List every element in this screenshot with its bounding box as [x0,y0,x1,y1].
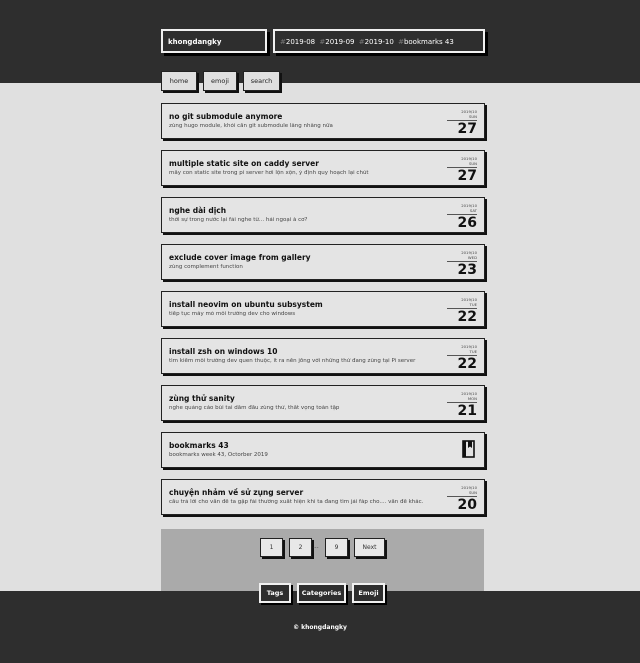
nav-search-button[interactable]: search [243,71,280,91]
post-summary: zùng hugo module, khỏi cần git submodule… [169,123,333,129]
post-date-day: 23 [457,262,477,278]
post-date-weekday: TUE [447,349,477,356]
post-date-day: 27 [457,168,477,184]
post-date-weekday: SUN [447,161,477,168]
site-header: khongdangky #2019-08 #2019-09 #2019-10 #… [0,0,640,83]
page-1-button[interactable]: 1 [260,538,283,557]
post-item[interactable]: install zsh on windows 10 tìm kiếm môi t… [161,338,485,374]
post-date: 2019/10 WED 23 [447,250,477,277]
tag-link-2019-09[interactable]: #2019-09 [319,38,356,46]
footer-categories-button[interactable]: Categories [297,583,346,603]
post-date-day: 21 [457,403,477,419]
pagination: 1 2 ... 9 Next [161,529,484,591]
tag-link-2019-10[interactable]: #2019-10 [359,38,396,46]
site-footer: Tags Categories Emoji © khongdangky [0,583,640,663]
post-date-day: 22 [457,309,477,325]
post-date-weekday: TUE [447,302,477,309]
post-item-bookmarks[interactable]: bookmarks 43 bookmarks week 43, Octorber… [161,432,485,468]
post-date-weekday: WED [447,255,477,262]
post-date: 2019/10 SUN 20 [447,485,477,512]
post-date-weekday: SAT [447,208,477,215]
post-title[interactable]: multiple static site on caddy server [169,159,319,168]
post-date-day: 20 [457,497,477,513]
next-page-button[interactable]: Next [354,538,385,557]
post-title[interactable]: install neovim on ubuntu subsystem [169,300,323,309]
post-title[interactable]: nghe dài dịch [169,206,226,215]
post-summary: mấy con static site trong pi server hơi … [169,170,369,176]
post-item[interactable]: multiple static site on caddy server mấy… [161,150,485,186]
post-item[interactable]: zùng thử sanity nghe quảng cáo bùi tai d… [161,385,485,421]
footer-emoji-button[interactable]: Emoji [352,583,385,603]
tag-bar: #2019-08 #2019-09 #2019-10 #bookmarks 43 [273,29,485,53]
tag-link-bookmarks-43[interactable]: #bookmarks 43 [398,38,456,46]
copyright-text: © khongdangky [293,624,347,631]
post-date-day: 27 [457,121,477,137]
post-date-weekday: SUN [447,490,477,497]
book-icon [462,440,475,458]
post-date: 2019/10 SUN 27 [447,156,477,183]
post-title[interactable]: install zsh on windows 10 [169,347,277,356]
post-title[interactable]: chuyện nhảm về sử zụng server [169,488,303,497]
post-item[interactable]: chuyện nhảm về sử zụng server câu trả lờ… [161,479,485,515]
post-date-day: 26 [457,215,477,231]
post-summary: tiếp tục máy mò môi trường dev cho windo… [169,311,296,317]
post-item[interactable]: no git submodule anymore zùng hugo modul… [161,103,485,139]
post-item[interactable]: install neovim on ubuntu subsystem tiếp … [161,291,485,327]
pagination-ellipsis: ... [313,543,319,550]
post-date-weekday: SUN [447,114,477,121]
post-summary: zùng complement function [169,264,243,270]
nav-emoji-button[interactable]: emoji [203,71,237,91]
post-date: 2019/10 TUE 22 [447,297,477,324]
post-title[interactable]: zùng thử sanity [169,394,235,403]
post-summary: câu trả lời cho vấn đề ta gặp fải thường… [169,499,424,505]
site-name-link[interactable]: khongdangky [161,29,267,53]
post-title[interactable]: no git submodule anymore [169,112,282,121]
post-date-day: 22 [457,356,477,372]
post-title[interactable]: exclude cover image from gallery [169,253,311,262]
page-2-button[interactable]: 2 [289,538,312,557]
post-summary: tìm kiếm môi trường dev quen thuộc, ít r… [169,358,416,364]
post-item[interactable]: exclude cover image from gallery zùng co… [161,244,485,280]
post-date: 2019/10 MON 21 [447,391,477,418]
post-summary: bookmarks week 43, Octorber 2019 [169,452,268,458]
post-summary: thời sự trong nước lại fải nghe từ... hả… [169,217,308,223]
post-summary: nghe quảng cáo bùi tai dâm đầu zùng thử,… [169,405,340,411]
post-date: 2019/10 SAT 26 [447,203,477,230]
tag-link-2019-08[interactable]: #2019-08 [280,38,317,46]
post-date: 2019/10 SUN 27 [447,109,477,136]
post-list: no git submodule anymore zùng hugo modul… [161,103,485,515]
post-title[interactable]: bookmarks 43 [169,441,229,450]
post-date-weekday: MON [447,396,477,403]
footer-tags-button[interactable]: Tags [259,583,291,603]
post-date: 2019/10 TUE 22 [447,344,477,371]
page-9-button[interactable]: 9 [325,538,348,557]
post-item[interactable]: nghe dài dịch thời sự trong nước lại fải… [161,197,485,233]
nav-home-button[interactable]: home [161,71,197,91]
